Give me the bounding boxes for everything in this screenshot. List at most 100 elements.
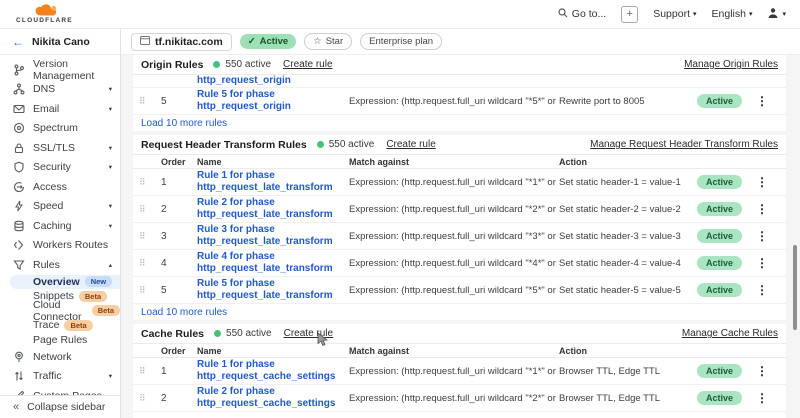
action-cell: Set static header-1 = value-1 bbox=[559, 177, 697, 188]
rule-name-link[interactable]: Rule 2 for phase bbox=[197, 386, 349, 399]
chevron-up-icon: ▴ bbox=[109, 261, 112, 269]
sidebar-item-custom-pages[interactable]: Custom Pages bbox=[0, 386, 120, 395]
create-rule-link[interactable]: Create rule bbox=[386, 139, 435, 150]
more-options-icon[interactable]: ⋮ bbox=[751, 391, 773, 405]
origin-rules-header: Origin Rules 550 active Create rule Mana… bbox=[133, 55, 786, 75]
cloudflare-logo[interactable]: CLOUDFLARE bbox=[16, 4, 73, 25]
add-site-button[interactable]: + bbox=[621, 6, 638, 23]
manage-origin-rules-link[interactable]: Manage Origin Rules bbox=[684, 59, 778, 70]
active-label: Active bbox=[260, 36, 289, 47]
rule-name-link[interactable]: http_request_origin bbox=[197, 75, 786, 88]
drag-handle-icon[interactable]: ⠿ bbox=[139, 366, 161, 377]
rule-name-link[interactable]: http_request_late_transform bbox=[197, 263, 349, 276]
more-options-icon[interactable]: ⋮ bbox=[751, 256, 773, 270]
status-badge: Active bbox=[697, 202, 742, 216]
more-options-icon[interactable]: ⋮ bbox=[751, 175, 773, 189]
rule-name-link[interactable]: http_request_cache_settings bbox=[197, 371, 349, 384]
sidebar-subitem-cloud-connector[interactable]: Cloud Connector Beta bbox=[0, 304, 120, 319]
load-more-link[interactable]: Load 10 more rules bbox=[133, 115, 786, 131]
sidebar-subitem-overview[interactable]: Overview New bbox=[10, 275, 120, 290]
sidebar-item-email[interactable]: Email ▾ bbox=[0, 99, 120, 119]
rule-name-link[interactable]: Rule 4 for phase bbox=[197, 251, 349, 264]
table-row: ⠿ 5 Rule 5 for phase http_request_late_t… bbox=[133, 277, 786, 304]
drag-handle-icon[interactable]: ⠿ bbox=[139, 285, 161, 296]
action-cell: Set static header-3 = value-3 bbox=[559, 231, 697, 242]
goto-label: Go to... bbox=[572, 8, 606, 20]
traffic-arrows-icon bbox=[13, 370, 25, 382]
rule-name-link[interactable]: http_request_late_transform bbox=[197, 236, 349, 249]
sidebar-item-workers-routes[interactable]: Workers Routes bbox=[0, 236, 120, 256]
shield-icon bbox=[13, 161, 25, 173]
sidebar-item-label: Caching bbox=[33, 220, 72, 232]
match-cell: Expression: (http.request.full_uri wildc… bbox=[349, 285, 559, 296]
goto-search[interactable]: Go to... bbox=[558, 8, 606, 21]
order-cell: 1 bbox=[161, 177, 197, 188]
rule-name-link[interactable]: Rule 1 for phase bbox=[197, 170, 349, 183]
action-cell: Set static header-4 = value-4 bbox=[559, 258, 697, 269]
sidebar-item-speed[interactable]: Speed ▾ bbox=[0, 197, 120, 217]
manage-rht-rules-link[interactable]: Manage Request Header Transform Rules bbox=[590, 139, 778, 150]
order-cell: 1 bbox=[161, 366, 197, 377]
drag-handle-icon[interactable]: ⠿ bbox=[139, 177, 161, 188]
rule-name-link[interactable]: http_request_late_transform bbox=[197, 182, 349, 195]
clipped-row: ⠿ 3 Rule 3 for phase Expression: (http.r… bbox=[133, 412, 786, 418]
back-arrow-icon[interactable]: ← bbox=[12, 35, 24, 49]
rule-name-link[interactable]: http_request_late_transform bbox=[197, 209, 349, 222]
drag-handle-icon[interactable]: ⠿ bbox=[139, 204, 161, 215]
collapse-label: Collapse sidebar bbox=[27, 401, 105, 413]
sidebar-item-security[interactable]: Security ▾ bbox=[0, 158, 120, 178]
language-menu[interactable]: English ▾ bbox=[712, 8, 753, 20]
manage-cache-rules-link[interactable]: Manage Cache Rules bbox=[682, 328, 778, 339]
rule-name-link[interactable]: Rule 1 for phase bbox=[197, 359, 349, 372]
drag-handle-icon[interactable]: ⠿ bbox=[139, 96, 161, 107]
subitem-label: Overview bbox=[33, 276, 80, 288]
active-count: 550 active bbox=[226, 328, 272, 339]
more-options-icon[interactable]: ⋮ bbox=[751, 283, 773, 297]
rule-name-link[interactable]: Rule 2 for phase bbox=[197, 197, 349, 210]
sidebar-item-ssl-tls[interactable]: SSL/TLS ▾ bbox=[0, 138, 120, 158]
sidebar-item-network[interactable]: Network bbox=[0, 347, 120, 367]
order-cell: 4 bbox=[161, 258, 197, 269]
section-title: Request Header Transform Rules bbox=[141, 139, 307, 151]
rule-name-link[interactable]: Rule 5 for phase bbox=[197, 278, 349, 291]
sidebar-item-spectrum[interactable]: Spectrum bbox=[0, 119, 120, 139]
rule-name-link[interactable]: http_request_cache_settings bbox=[197, 398, 349, 411]
support-menu[interactable]: Support ▾ bbox=[653, 8, 696, 20]
table-row: ⠿ 3 Rule 3 for phase http_request_late_t… bbox=[133, 223, 786, 250]
sidebar-item-rules[interactable]: Rules ▴ bbox=[0, 255, 120, 275]
drag-handle-icon[interactable]: ⠿ bbox=[139, 393, 161, 404]
sidebar-item-dns[interactable]: DNS ▾ bbox=[0, 80, 120, 100]
sidebar-item-version-management[interactable]: Version Management bbox=[0, 60, 120, 80]
sidebar-item-traffic[interactable]: Traffic ▾ bbox=[0, 367, 120, 387]
status-badge: Active bbox=[697, 391, 742, 405]
status-badge: Active bbox=[697, 175, 742, 189]
star-label: Star bbox=[326, 36, 343, 47]
rule-name-link[interactable]: http_request_origin bbox=[197, 101, 349, 114]
rule-name-link[interactable]: http_request_late_transform bbox=[197, 290, 349, 303]
more-options-icon[interactable]: ⋮ bbox=[751, 229, 773, 243]
user-menu[interactable]: ▾ bbox=[767, 7, 786, 22]
rule-name-link[interactable]: Rule 3 for phase bbox=[197, 224, 349, 237]
collapse-sidebar-button[interactable]: « Collapse sidebar bbox=[0, 395, 120, 418]
star-button[interactable]: ☆ Star bbox=[304, 33, 352, 50]
sidebar-item-access[interactable]: Access bbox=[0, 177, 120, 197]
col-name: Name bbox=[197, 346, 349, 356]
more-options-icon[interactable]: ⋮ bbox=[751, 94, 773, 108]
drag-handle-icon[interactable]: ⠿ bbox=[139, 231, 161, 242]
rule-name-link[interactable]: Rule 5 for phase bbox=[197, 89, 349, 102]
load-more-link[interactable]: Load 10 more rules bbox=[133, 304, 786, 320]
create-rule-link[interactable]: Create rule bbox=[283, 59, 332, 70]
vertical-scrollbar-thumb[interactable] bbox=[793, 245, 797, 330]
sidebar-item-caching[interactable]: Caching ▾ bbox=[0, 216, 120, 236]
beta-badge: Beta bbox=[64, 320, 92, 331]
rules-overview-content: Origin Rules 550 active Create rule Mana… bbox=[121, 55, 800, 418]
chevron-down-icon: ▾ bbox=[693, 10, 697, 18]
more-options-icon[interactable]: ⋮ bbox=[751, 364, 773, 378]
create-rule-link[interactable]: Create rule bbox=[284, 328, 333, 339]
domain-selector[interactable]: tf.nikitac.com bbox=[131, 33, 232, 51]
chevron-down-icon: ▾ bbox=[109, 222, 112, 230]
more-options-icon[interactable]: ⋮ bbox=[751, 202, 773, 216]
sidebar-subitem-page-rules[interactable]: Page Rules bbox=[0, 333, 120, 348]
drag-handle-icon[interactable]: ⠿ bbox=[139, 258, 161, 269]
sidebar-item-label: Spectrum bbox=[33, 122, 78, 134]
